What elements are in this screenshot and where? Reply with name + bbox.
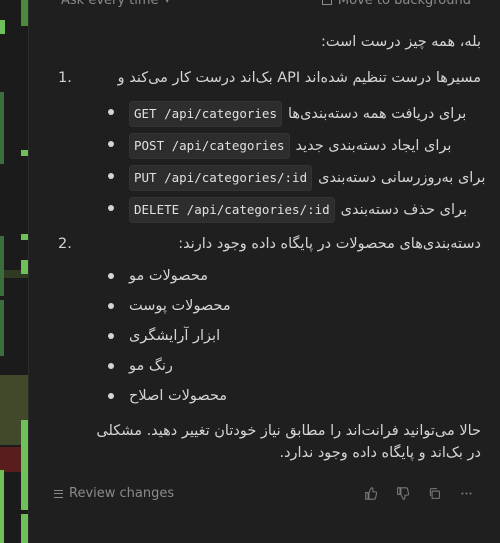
- list-item: محصولات مو: [51, 265, 481, 289]
- list-item-text: محصولات پوست: [129, 298, 231, 314]
- list-item-text: برای دریافت همه دسته‌بندی‌ها: [288, 106, 467, 122]
- endpoint-code: GET /api/categories: [129, 101, 282, 127]
- gutter-added-mark: [0, 236, 4, 296]
- list-item-text: برای حذف دسته‌بندی: [340, 202, 468, 218]
- message-actions: [363, 486, 473, 500]
- list-item-text: برای ایجاد دسته‌بندی جدید: [295, 138, 452, 154]
- gutter-added-mark: [0, 20, 5, 34]
- item-text: مسیرها درست تنظیم شده‌اند API بک‌اند درس…: [117, 70, 481, 86]
- move-to-background-button[interactable]: Move to background: [321, 0, 471, 8]
- bullet-dot: [108, 141, 114, 147]
- chat-toolbar: Ask every time ▾ Move to background: [29, 0, 500, 12]
- thumbs-up-icon[interactable]: [363, 486, 377, 500]
- list-item: محصولات پوست: [51, 295, 481, 319]
- chat-panel: Ask every time ▾ Move to background بله،…: [28, 0, 500, 543]
- endpoint-code: PUT /api/categories/:id: [129, 165, 313, 191]
- review-changes-button[interactable]: Review changes: [54, 486, 174, 501]
- endpoint-code: POST /api/categories: [129, 133, 290, 159]
- list-item-text: رنگ مو: [129, 358, 173, 374]
- bullet-dot: [108, 333, 114, 339]
- numbered-item: 1. مسیرها درست تنظیم شده‌اند API بک‌اند …: [51, 67, 481, 89]
- editor-gutter: [0, 0, 28, 543]
- app-window: Ask every time ▾ Move to background بله،…: [0, 0, 500, 543]
- gutter-added-mark: [0, 470, 4, 543]
- bullet-dot: [108, 205, 114, 211]
- gutter-scroll-mark: [21, 260, 28, 274]
- background-icon: [321, 0, 332, 5]
- list-item-text: ابزار آرایشگری: [129, 328, 221, 344]
- mode-label: Ask every time: [61, 0, 159, 8]
- message-outro-line: حالا می‌توانید فرانت‌اند را مطابق نیاز خ…: [96, 423, 481, 439]
- item-text: دسته‌بندی‌های محصولات در پایگاه داده وجو…: [178, 236, 481, 252]
- message-footer: Review changes: [29, 480, 500, 508]
- review-changes-label: Review changes: [69, 486, 175, 501]
- chevron-down-icon: ▾: [164, 0, 170, 6]
- gutter-scroll-mark: [21, 420, 28, 510]
- gutter-scroll-mark: [21, 0, 28, 26]
- bullet-dot: [108, 303, 114, 309]
- list-item: DELETE /api/categories/:id برای حذف دسته…: [51, 197, 481, 223]
- mode-dropdown[interactable]: Ask every time ▾: [61, 0, 170, 8]
- gutter-added-mark: [0, 92, 4, 164]
- gutter-added-mark: [0, 300, 4, 356]
- numbered-item: 2. دسته‌بندی‌های محصولات در پایگاه داده …: [51, 233, 481, 255]
- message-intro: بله، همه چیز درست است:: [320, 34, 481, 50]
- list-item: ابزار آرایشگری: [51, 325, 481, 349]
- thumbs-down-icon[interactable]: [395, 486, 409, 500]
- bullet-dot: [108, 273, 114, 279]
- gutter-scroll-mark: [21, 150, 28, 156]
- list-item: PUT /api/categories/:id برای به‌روزرسانی…: [51, 165, 485, 191]
- list-icon: [54, 489, 63, 498]
- list-item-text: محصولات مو: [129, 268, 208, 284]
- endpoint-code: DELETE /api/categories/:id: [129, 197, 335, 223]
- bullet-dot: [108, 173, 114, 179]
- item-number: 1.: [58, 70, 72, 86]
- bullet-dot: [108, 363, 114, 369]
- bullet-dot: [108, 109, 114, 115]
- more-icon[interactable]: [459, 486, 473, 500]
- gutter-scroll-mark: [21, 514, 28, 543]
- gutter-scroll-mark: [21, 234, 28, 240]
- copy-icon[interactable]: [427, 486, 441, 500]
- move-label: Move to background: [337, 0, 471, 8]
- message-outro-line: در بک‌اند و پایگاه داده وجود ندارد.: [279, 445, 481, 461]
- list-item: GET /api/categories برای دریافت همه دسته…: [51, 101, 481, 127]
- list-item-text: محصولات اصلاح: [129, 388, 228, 404]
- item-number: 2.: [58, 236, 72, 252]
- list-item: محصولات اصلاح: [51, 385, 481, 409]
- bullet-dot: [108, 393, 114, 399]
- list-item-text: برای به‌روزرسانی دسته‌بندی: [318, 170, 486, 186]
- list-item: رنگ مو: [51, 355, 481, 379]
- list-item: POST /api/categories برای ایجاد دسته‌بند…: [51, 133, 481, 159]
